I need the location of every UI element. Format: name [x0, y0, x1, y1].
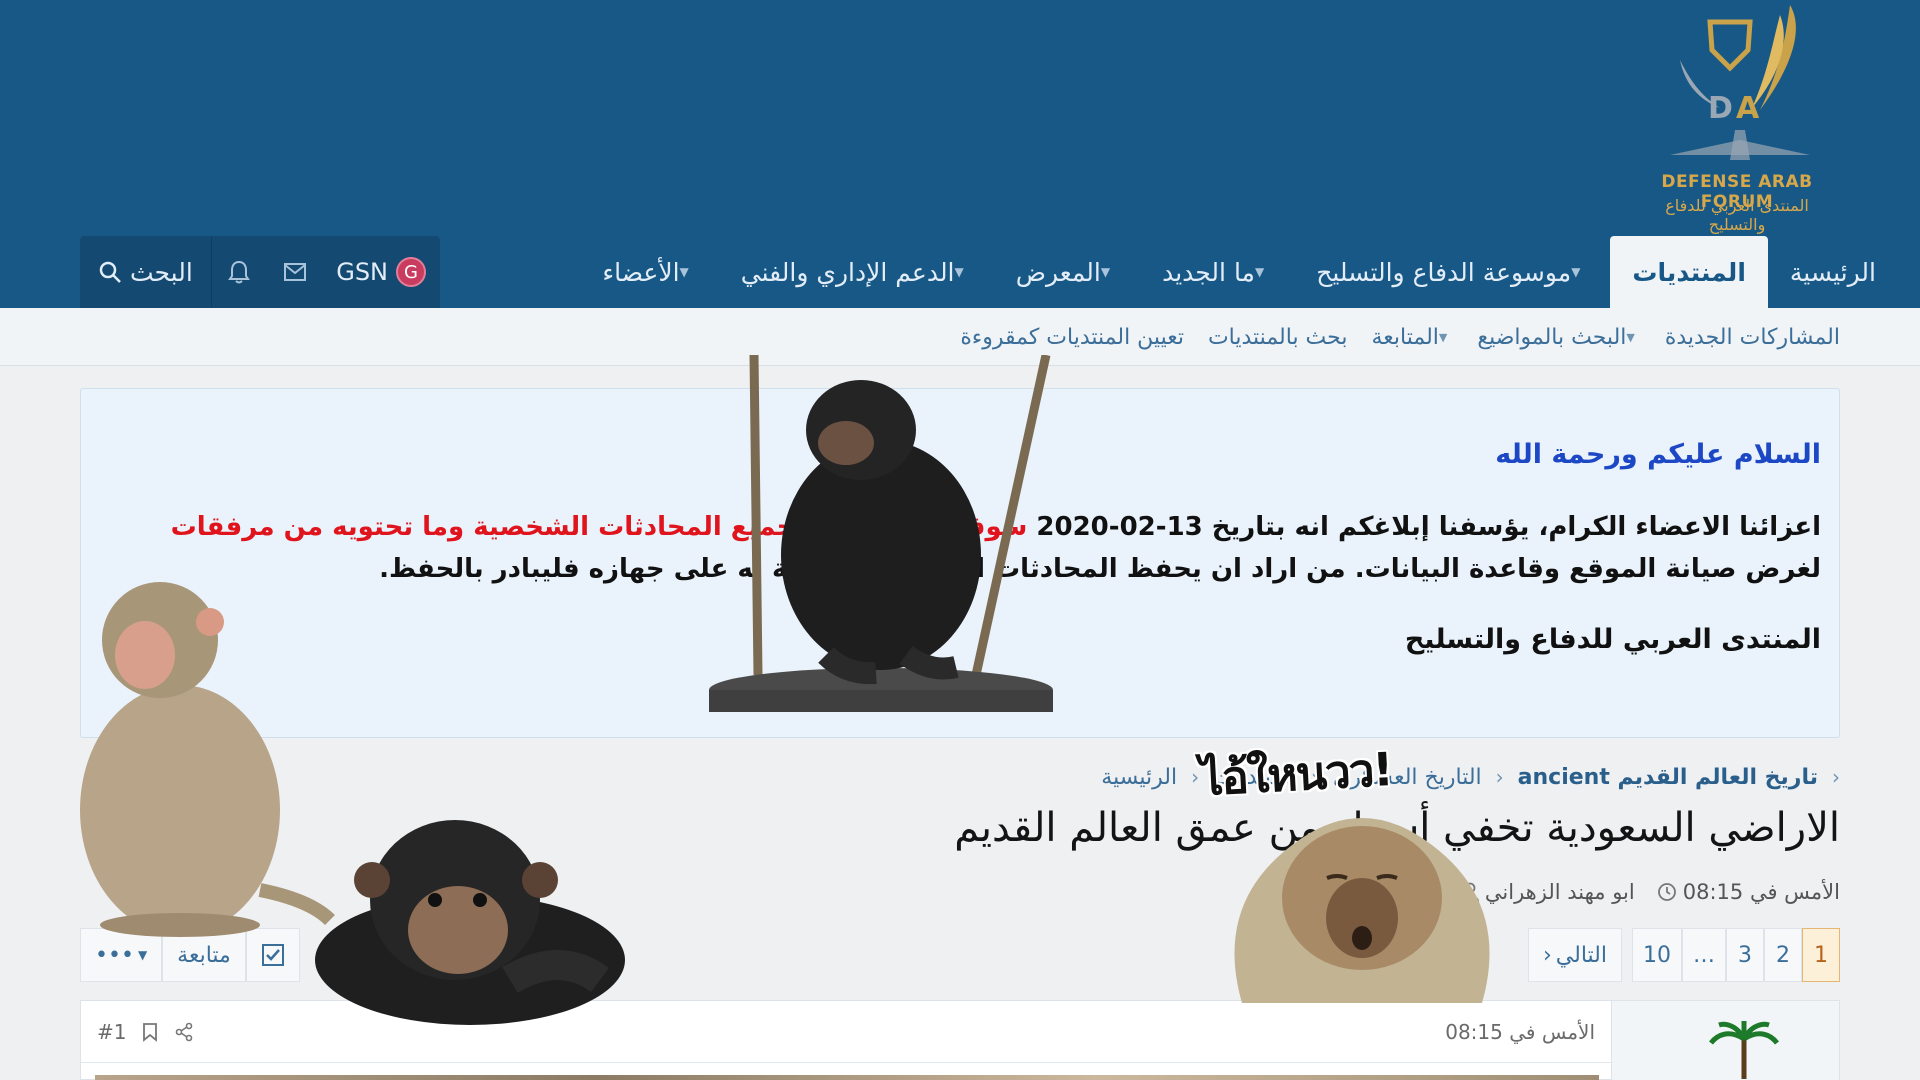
next-label: التالي	[1555, 942, 1607, 968]
nav-tab-home[interactable]: الرئيسية	[1768, 236, 1898, 308]
subnav-new-posts[interactable]: المشاركات الجديدة	[1665, 325, 1840, 350]
subnav-label: المتابعة	[1371, 324, 1439, 350]
chevron-down-icon[interactable]: ▼	[1101, 265, 1110, 279]
nav-tab-label: المعرض	[1015, 257, 1101, 287]
username: GSN	[336, 258, 389, 286]
nav-tab-members[interactable]: الأعضاء ▼	[580, 236, 718, 308]
page-link[interactable]: 3	[1726, 928, 1764, 982]
subnav-search-threads[interactable]: البحث بالمواضيع ▼	[1477, 325, 1640, 350]
nav-tab-support[interactable]: الدعم الإداري والفني ▼	[719, 236, 994, 308]
subnav-mark-read[interactable]: تعيين المنتديات كمقروءة	[960, 325, 1184, 350]
logo-emblem-icon: D A	[1670, 5, 1810, 160]
nav-tab-label: المنتديات	[1632, 257, 1746, 287]
clock-icon	[1657, 883, 1676, 901]
subnav-label: تعيين المنتديات كمقروءة	[960, 324, 1184, 350]
subnav-watched[interactable]: المتابعة ▼	[1371, 325, 1453, 350]
nav-tab-label: ما الجديد	[1162, 257, 1255, 287]
post-image	[95, 1075, 1599, 1080]
chevron-down-icon[interactable]: ▼	[1571, 265, 1580, 279]
post-number[interactable]: #1	[97, 1020, 126, 1044]
macaque-sitting-image	[80, 582, 335, 937]
thread-date-text: الأمس في 08:15	[1682, 880, 1840, 904]
chevron-down-icon[interactable]: ▼	[1439, 331, 1447, 344]
nav-tab-forums[interactable]: المنتديات	[1610, 236, 1768, 308]
chevron-down-icon[interactable]: ▼	[680, 265, 689, 279]
nav-tab-encyclopedia[interactable]: موسوعة الدفاع والتسليح ▼	[1294, 236, 1610, 308]
search-icon	[99, 261, 121, 283]
chevron-left-icon: ‹	[1542, 942, 1552, 968]
subnav-label: بحث بالمنتديات	[1207, 324, 1348, 350]
bell-icon	[228, 260, 251, 284]
page-link-current[interactable]: 1	[1802, 928, 1840, 982]
nav-tab-gallery[interactable]: المعرض ▼	[994, 236, 1140, 308]
post-date[interactable]: الأمس في 08:15	[1445, 1020, 1595, 1044]
thread-date[interactable]: الأمس في 08:15	[1657, 880, 1840, 904]
watch-label: متابعة	[177, 942, 231, 968]
chimp-on-swing-image	[709, 355, 1053, 712]
inbox-button[interactable]	[267, 236, 322, 308]
bookmark-icon[interactable]	[142, 1022, 158, 1042]
subnav-label: البحث بالمواضيع	[1477, 324, 1627, 350]
pagination: 1 2 3 … 10 التالي ‹	[1527, 928, 1840, 982]
nav-tab-label: الرئيسية	[1789, 257, 1876, 287]
search-label: البحث	[130, 257, 193, 287]
next-page-button[interactable]: التالي ‹	[1527, 928, 1622, 982]
chimp-lying-image	[315, 820, 625, 1025]
share-icon[interactable]	[174, 1022, 194, 1042]
nav-tab-label: موسوعة الدفاع والتسليح	[1316, 257, 1572, 287]
subnav-label: المشاركات الجديدة	[1664, 324, 1840, 350]
more-label: •••	[95, 942, 134, 968]
post-tools: #1	[97, 1020, 194, 1044]
main-nav: الرئيسية المنتديات موسوعة الدفاع والتسلي…	[580, 236, 1920, 308]
breadcrumb-home[interactable]: الرئيسية	[1101, 765, 1177, 790]
post-user-panel	[1611, 1001, 1839, 1080]
search-button[interactable]: البحث	[80, 236, 211, 308]
sticker-caption: ไอ้ใหนวว!	[1198, 742, 1393, 806]
nav-tab-label: الدعم الإداري والفني	[740, 257, 955, 287]
chevron-down-icon[interactable]: ▼	[1255, 265, 1264, 279]
page-link[interactable]: 2	[1764, 928, 1802, 982]
page-link[interactable]: 10	[1632, 928, 1682, 982]
chevron-down-icon[interactable]: ▼	[955, 265, 964, 279]
chevron-down-icon[interactable]: ▼	[1626, 331, 1634, 344]
breadcrumb-ancient-history[interactable]: تاريخ العالم القديم ancient	[1518, 765, 1818, 790]
chevron-left-icon: ‹	[1832, 765, 1840, 789]
chevron-left-icon: ‹	[1191, 765, 1200, 789]
avatar: G	[396, 257, 427, 287]
checkbox-icon	[261, 944, 284, 966]
notice-text: لغرض صيانة الموقع وقاعدة البيانات. من ار…	[379, 554, 1821, 584]
svg-text:A: A	[1736, 91, 1760, 126]
notice-text: اعزائنا الاعضاء الكرام، يؤسفنا إبلاغكم ا…	[1027, 512, 1821, 542]
nav-tab-label: الأعضاء	[602, 257, 680, 287]
chevron-down-icon: ▼	[137, 948, 148, 962]
site-header: D A DEFENSE ARAB FORUM المنتدى العربي لل…	[0, 0, 1920, 308]
nav-tab-whats-new[interactable]: ما الجديد ▼	[1140, 236, 1294, 308]
envelope-icon	[283, 263, 306, 281]
subnav-search-forums[interactable]: بحث بالمنتديات	[1208, 325, 1348, 350]
logo-text-ar: المنتدى العربي للدفاع والتسليح	[1665, 196, 1809, 234]
page-jump[interactable]: …	[1682, 928, 1726, 982]
account-button[interactable]: GSN G	[322, 236, 440, 308]
user-controls: البحث GSN G	[80, 236, 440, 308]
palm-tree-icon	[1709, 1021, 1779, 1079]
svg-text:D: D	[1708, 91, 1733, 126]
alerts-button[interactable]	[212, 236, 267, 308]
thread-meta: ابو مهند الزهراني الأمس في 08:15	[1460, 877, 1840, 907]
